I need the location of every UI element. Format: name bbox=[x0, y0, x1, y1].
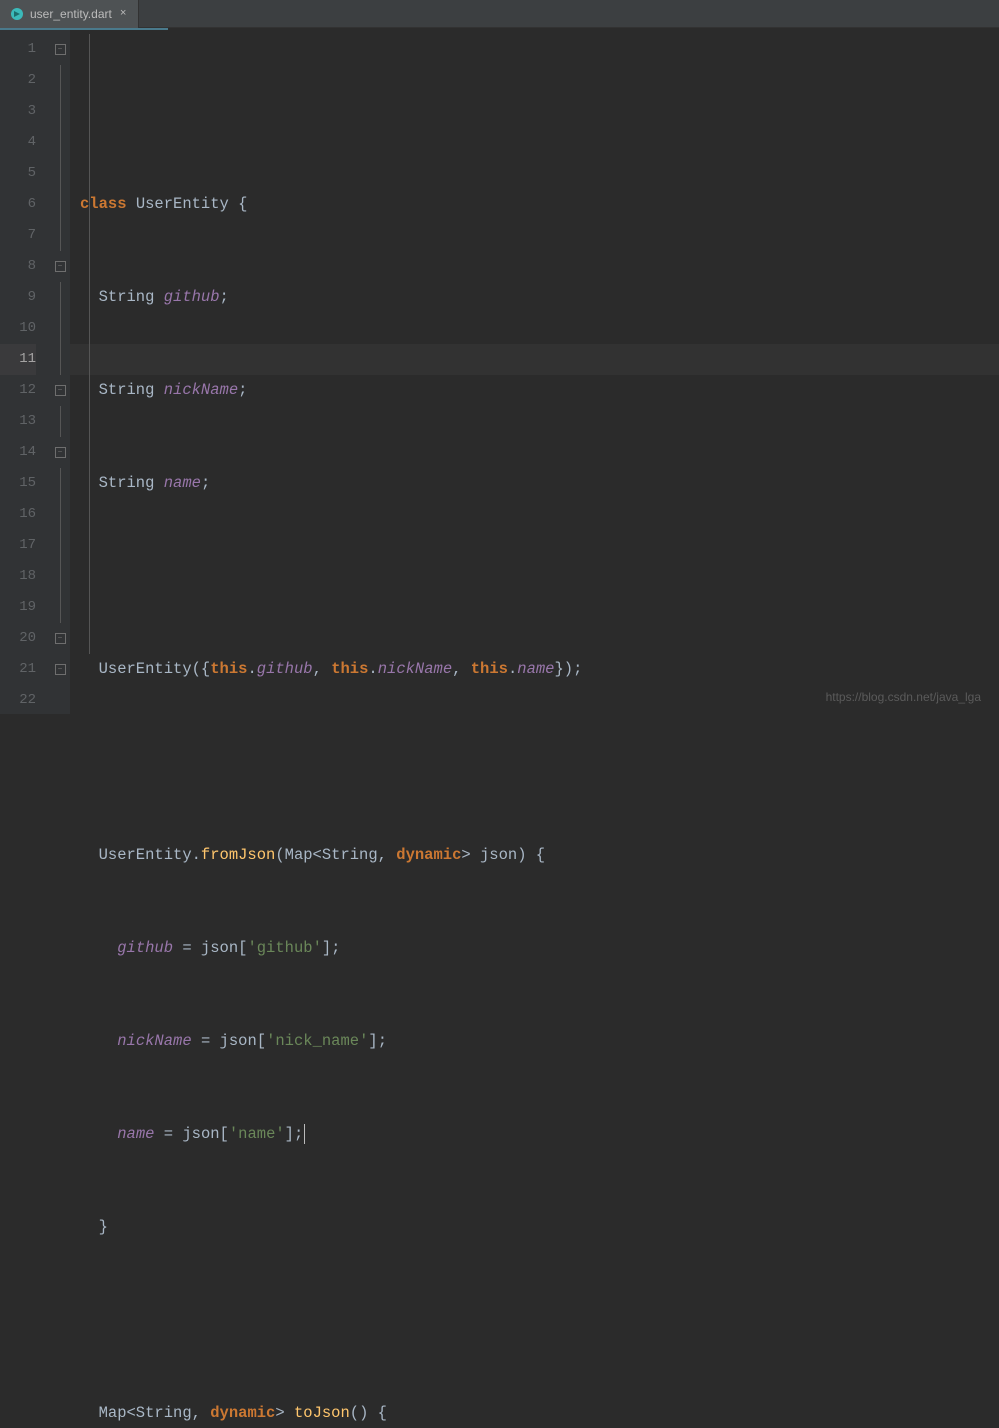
code-line: name = json['name']; bbox=[80, 1119, 999, 1150]
watermark-text: https://blog.csdn.net/java_lga bbox=[826, 690, 981, 704]
line-number: 13 bbox=[0, 406, 36, 437]
line-number: 7 bbox=[0, 220, 36, 251]
line-number: 17 bbox=[0, 530, 36, 561]
line-number: 8 bbox=[0, 251, 36, 282]
fold-toggle-icon[interactable] bbox=[55, 261, 66, 272]
code-line: Map<String, dynamic> toJson() { bbox=[80, 1398, 999, 1428]
code-line: UserEntity.fromJson(Map<String, dynamic>… bbox=[80, 840, 999, 871]
line-number: 10 bbox=[0, 313, 36, 344]
code-line: } bbox=[80, 1212, 999, 1243]
line-number: 20 bbox=[0, 623, 36, 654]
code-line: String name; bbox=[80, 468, 999, 499]
code-line: String github; bbox=[80, 282, 999, 313]
fold-gutter bbox=[50, 30, 70, 714]
code-line: nickName = json['nick_name']; bbox=[80, 1026, 999, 1057]
code-line bbox=[80, 1305, 999, 1336]
line-number: 6 bbox=[0, 189, 36, 220]
line-number: 4 bbox=[0, 127, 36, 158]
tab-filename: user_entity.dart bbox=[30, 7, 112, 21]
line-number: 9 bbox=[0, 282, 36, 313]
line-number: 21 bbox=[0, 654, 36, 685]
code-line: class UserEntity { bbox=[80, 189, 999, 220]
tab-bar: user_entity.dart × bbox=[0, 0, 999, 28]
line-number: 2 bbox=[0, 65, 36, 96]
fold-toggle-icon[interactable] bbox=[55, 385, 66, 396]
line-number: 19 bbox=[0, 592, 36, 623]
fold-toggle-icon[interactable] bbox=[55, 664, 66, 675]
code-line: UserEntity({this.github, this.nickName, … bbox=[80, 654, 999, 685]
line-number: 12 bbox=[0, 375, 36, 406]
line-number: 16 bbox=[0, 499, 36, 530]
file-tab[interactable]: user_entity.dart × bbox=[0, 0, 139, 28]
fold-toggle-icon[interactable] bbox=[55, 44, 66, 55]
line-number: 15 bbox=[0, 468, 36, 499]
line-number: 3 bbox=[0, 96, 36, 127]
code-line: String nickName; bbox=[80, 375, 999, 406]
text-cursor bbox=[304, 1124, 305, 1144]
line-number: 22 bbox=[0, 685, 36, 716]
fold-toggle-icon[interactable] bbox=[55, 447, 66, 458]
line-number: 1 bbox=[0, 34, 36, 65]
line-number: 18 bbox=[0, 561, 36, 592]
close-icon[interactable]: × bbox=[118, 8, 129, 20]
code-line: github = json['github']; bbox=[80, 933, 999, 964]
fold-toggle-icon[interactable] bbox=[55, 633, 66, 644]
line-number: 11 bbox=[0, 344, 36, 375]
dart-file-icon bbox=[10, 7, 24, 21]
line-number: 5 bbox=[0, 158, 36, 189]
code-line bbox=[80, 747, 999, 778]
line-number-gutter: 1 2 3 4 5 6 7 8 9 10 11 12 13 14 15 16 1… bbox=[0, 30, 50, 714]
line-number: 14 bbox=[0, 437, 36, 468]
code-area[interactable]: class UserEntity { String github; String… bbox=[70, 30, 999, 714]
code-line bbox=[80, 561, 999, 592]
code-editor[interactable]: 1 2 3 4 5 6 7 8 9 10 11 12 13 14 15 16 1… bbox=[0, 30, 999, 714]
current-line-highlight bbox=[70, 344, 999, 375]
